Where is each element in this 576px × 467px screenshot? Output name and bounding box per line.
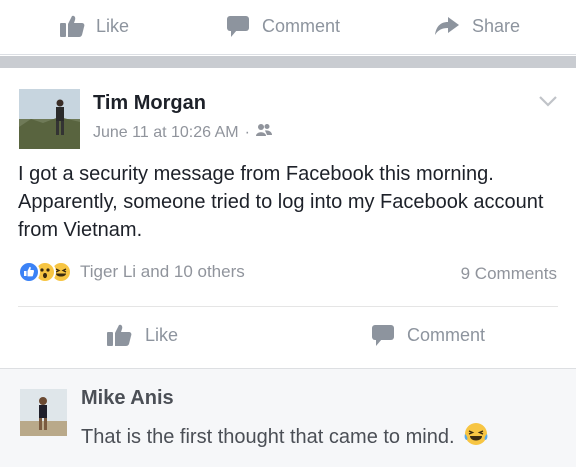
top-action-bar: Like Comment Share: [0, 0, 576, 55]
commenter-avatar[interactable]: [20, 389, 67, 436]
speech-bubble-icon: [226, 14, 250, 38]
feed-divider: [0, 56, 576, 68]
post-meta: June 11 at 10:26 AM ·: [93, 123, 272, 142]
top-share-button[interactable]: Share: [434, 14, 520, 38]
thumbs-up-icon: [107, 323, 133, 347]
feed-post: Tim Morgan June 11 at 10:26 AM · I got a…: [0, 68, 576, 368]
post-like-button[interactable]: Like: [107, 323, 178, 347]
author-avatar[interactable]: [19, 89, 80, 149]
comment-author-name[interactable]: Mike Anis: [81, 387, 174, 410]
reactions-summary[interactable]: Tiger Li and 10 others: [18, 261, 245, 283]
post-comment-label: Comment: [407, 324, 486, 345]
post-timestamp[interactable]: June 11 at 10:26 AM: [93, 124, 239, 142]
post-author-name[interactable]: Tim Morgan: [93, 92, 206, 115]
comment-section: Mike Anis That is the first thought that…: [0, 368, 576, 467]
top-comment-label: Comment: [262, 15, 341, 36]
friends-audience-icon: [255, 123, 272, 142]
share-arrow-icon: [434, 14, 460, 38]
like-reaction-icon: [18, 261, 40, 283]
top-comment-button[interactable]: Comment: [226, 14, 340, 38]
post-like-label: Like: [145, 324, 179, 345]
post-separator: [18, 306, 558, 307]
comment-text: That is the first thought that came to m…: [81, 425, 455, 448]
thumbs-up-icon: [60, 14, 86, 38]
comment-text-row: That is the first thought that came to m…: [81, 421, 489, 453]
tears-of-joy-emoji-icon: [463, 421, 489, 453]
reactions-text[interactable]: Tiger Li and 10 others: [80, 262, 245, 282]
speech-bubble-icon: [371, 323, 395, 347]
top-share-label: Share: [472, 15, 521, 36]
comments-count[interactable]: 9 Comments: [461, 264, 557, 284]
top-like-button[interactable]: Like: [60, 14, 129, 38]
meta-separator: ·: [244, 123, 250, 141]
top-like-label: Like: [96, 15, 130, 36]
chevron-down-icon[interactable]: [538, 94, 558, 112]
post-text: I got a security message from Facebook t…: [18, 163, 544, 241]
post-comment-button[interactable]: Comment: [371, 323, 485, 347]
